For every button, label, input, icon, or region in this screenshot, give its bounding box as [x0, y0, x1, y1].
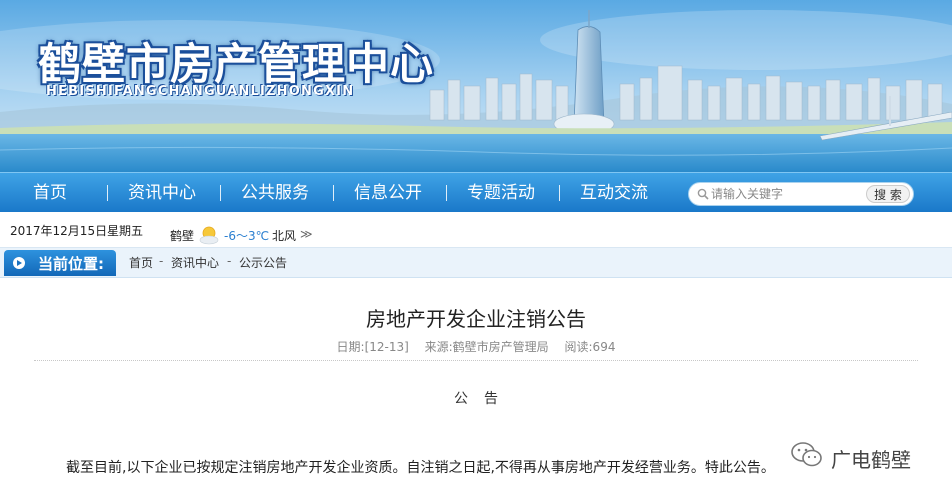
article-source: 来源:鹤壁市房产管理局 [424, 340, 549, 354]
search-box: 搜 索 [688, 182, 914, 206]
info-bar: 2017年12月15日 星期五 鹤壁 -6～3℃ 北风 ≫ [0, 212, 952, 248]
article-views: 阅读:694 [564, 340, 616, 354]
arrow-circle-icon [13, 257, 25, 269]
breadcrumb-separator: - [227, 254, 232, 268]
search-button[interactable]: 搜 索 [866, 185, 910, 203]
breadcrumb-label: 当前位置: [38, 255, 104, 273]
site-subtitle-pinyin: HEBISHIFANGCHANGUANLIZHONGXIN [46, 84, 355, 99]
weather-temperature: -6～3℃ [224, 229, 270, 243]
nav-item-events[interactable]: 专题活动 [463, 173, 539, 213]
article-meta: 日期:[12-13] 来源:鹤壁市房产管理局 阅读:694 [0, 338, 952, 355]
site-title: 鹤壁市房产管理中心 [38, 40, 434, 90]
breadcrumb-current-page[interactable]: 公示公告 [239, 254, 287, 271]
article-body-paragraph: 截至目前,以下企业已按规定注销房地产开发企业资质。自注销之日起,不得再从事房地产… [66, 460, 775, 476]
nav-item-news[interactable]: 资讯中心 [124, 173, 200, 213]
main-nav: 首页 资讯中心 公共服务 信息公开 专题活动 互动交流 搜 索 [0, 172, 952, 212]
current-date: 2017年12月15日 [10, 224, 108, 238]
site-banner: 鹤壁市房产管理中心 HEBISHIFANGCHANGUANLIZHONGXIN [0, 0, 952, 172]
wechat-icon [791, 442, 822, 467]
article-date: 日期:[12-13] [336, 340, 409, 354]
meta-divider [34, 360, 918, 361]
nav-divider [333, 185, 334, 201]
nav-item-public-service[interactable]: 公共服务 [237, 173, 313, 213]
nav-item-disclosure[interactable]: 信息公开 [350, 173, 426, 213]
watermark-account-name: 广电鹤壁 [831, 448, 911, 472]
article-title: 房地产开发企业注销公告 [366, 307, 586, 331]
breadcrumb: 当前位置: 首页 - 资讯中心 - 公示公告 [0, 248, 952, 278]
breadcrumb-home-link[interactable]: 首页 [129, 254, 153, 271]
search-input[interactable] [711, 185, 859, 203]
nav-divider [559, 185, 560, 201]
weather-more-icon[interactable]: ≫ [300, 227, 313, 241]
search-icon [697, 188, 709, 200]
nav-item-home[interactable]: 首页 [28, 173, 72, 213]
sun-cloud-icon [199, 226, 219, 245]
weather-city: 鹤壁 [170, 229, 195, 243]
nav-divider [107, 185, 108, 201]
notice-heading: 公告 [454, 391, 514, 407]
nav-divider [446, 185, 447, 201]
weather-wind: 北风 [272, 229, 297, 243]
nav-divider [220, 185, 221, 201]
breadcrumb-label-tab: 当前位置: [4, 250, 116, 276]
current-weekday: 星期五 [107, 224, 144, 238]
breadcrumb-news-link[interactable]: 资讯中心 [171, 254, 219, 271]
breadcrumb-separator: - [159, 254, 164, 268]
nav-item-interaction[interactable]: 互动交流 [576, 173, 652, 213]
